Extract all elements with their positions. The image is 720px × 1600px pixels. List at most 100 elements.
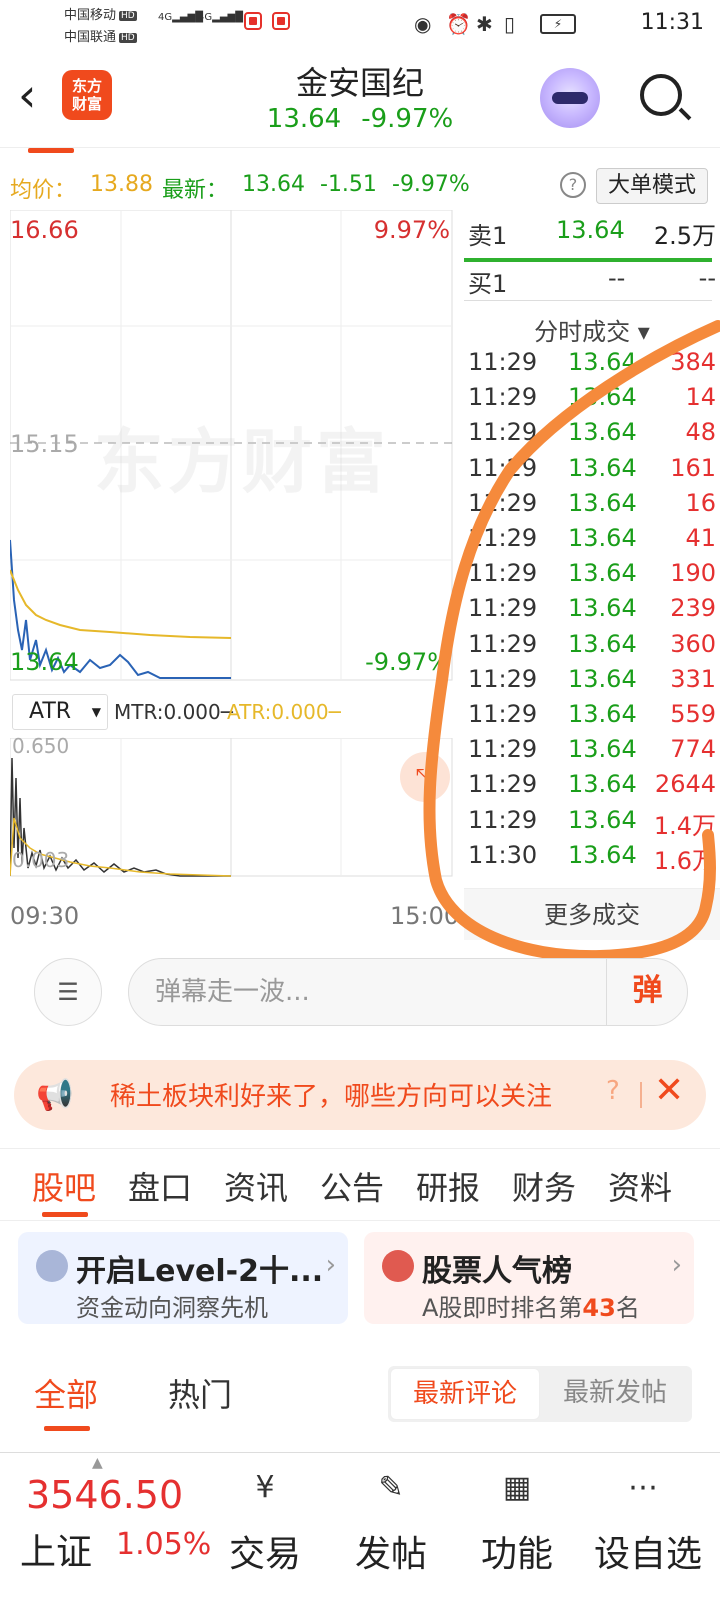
tick-row: 11:29 13.64 161 [464, 454, 720, 490]
danmu-bar: ☰ 弹幕走一波... 弹 [0, 944, 720, 1044]
clock: 11:31 [640, 10, 704, 35]
big-order-mode-button[interactable]: 大单模式 [596, 168, 708, 204]
pct-axis-bottom: -9.97% [365, 648, 450, 676]
nav-trade-label: 交易 [228, 1534, 301, 1575]
tick-time: 11:29 [468, 735, 538, 764]
caret-up-icon: ▲ [92, 1455, 103, 1471]
filter-active-indicator [44, 1426, 90, 1431]
indicator-dropdown[interactable]: ATR ▼ [12, 694, 108, 730]
rank-suffix: 名 [615, 1294, 640, 1322]
chevron-down-icon: ▼ [91, 705, 101, 719]
buy1-price: -- [608, 264, 626, 292]
atr-chart[interactable]: 0.650 0.003 [10, 734, 460, 894]
search-icon[interactable] [640, 74, 682, 116]
sort-latest-posts[interactable]: 最新发帖 [540, 1368, 690, 1420]
tick-volume: 14 [685, 383, 716, 412]
tick-time: 11:29 [468, 348, 538, 376]
tick-price: 13.64 [568, 594, 637, 623]
sell1-row: 卖1 13.64 2.5万 [464, 216, 720, 252]
intraday-chart[interactable]: 东方财富 16.66 9.97% 15.15 13.64 -9.97% [10, 210, 460, 690]
nav-trade[interactable]: ¥ 交易 [210, 1453, 320, 1593]
level2-card[interactable]: 开启Level-2十... 资金动向洞察先机 › [18, 1232, 348, 1324]
danmu-input[interactable]: 弹幕走一波... [128, 958, 688, 1026]
tick-time: 11:30 [468, 840, 538, 869]
tick-time: 11:29 [468, 383, 538, 412]
tick-row: 11:29 13.64 1.4万 [464, 806, 720, 842]
tick-volume: 16 [685, 488, 716, 517]
tick-price: 13.64 [568, 488, 637, 517]
tick-row: 11:29 13.64 48 [464, 418, 720, 454]
more-icon: ⋯ [628, 1470, 658, 1505]
filter-hot[interactable]: 热门 [168, 1370, 232, 1416]
tick-price: 13.64 [568, 735, 637, 764]
nav-post[interactable]: ✎ 发帖 [336, 1453, 446, 1593]
sell1-price: 13.64 [556, 216, 625, 244]
tick-price: 13.64 [568, 418, 637, 447]
filter-all[interactable]: 全部 [34, 1370, 98, 1416]
popularity-title: 股票人气榜 [422, 1254, 572, 1289]
indicator-bar: ATR ▼ MTR:0.000─ ATR:0.000─ [12, 694, 452, 732]
eye-icon: ◉ [414, 12, 432, 36]
y-axis-top: 16.66 [10, 216, 79, 244]
avg-price-value: 13.88 [90, 172, 153, 197]
tab-pankou[interactable]: 盘口 [128, 1163, 192, 1209]
tab-news[interactable]: 资讯 [224, 1163, 288, 1209]
tick-price: 13.64 [568, 524, 637, 552]
close-icon[interactable]: ✕ [654, 1070, 684, 1111]
danmu-settings-icon[interactable]: ☰ [34, 958, 102, 1026]
bottom-nav: ▲ 3546.50 上证 1.05% ¥ 交易 ✎ 发帖 ▦ 功能 ⋯ 设自选 [0, 1452, 720, 1600]
tick-header-dropdown[interactable]: 分时成交 ▾ [464, 312, 720, 347]
more-trades-button[interactable]: 更多成交 [464, 888, 720, 940]
level2-icon [36, 1250, 68, 1282]
tick-price: 13.64 [568, 805, 637, 834]
atr-y-top: 0.650 [12, 734, 70, 758]
robot-avatar-icon[interactable] [540, 68, 600, 128]
tab-guba[interactable]: 股吧 [32, 1163, 96, 1209]
rank-number: 43 [582, 1294, 616, 1322]
tick-row: 11:29 13.64 14 [464, 383, 720, 419]
avg-price-label: 均价： [10, 178, 77, 203]
y-axis-bottom: 13.64 [10, 648, 79, 676]
sell1-depth-bar [464, 258, 712, 262]
chevron-right-icon: › [671, 1250, 682, 1280]
tick-price: 13.64 [568, 559, 637, 588]
time-end: 15:00 [390, 902, 460, 930]
news-banner[interactable]: 📢 稀土板块利好来了，哪些方向可以关注 ? ✕ [14, 1060, 706, 1130]
y-axis-mid: 15.15 [10, 430, 79, 458]
index-value[interactable]: 3546.50 [26, 1473, 183, 1517]
tick-time: 11:29 [468, 453, 538, 482]
tick-row: 11:29 13.64 384 [464, 348, 720, 384]
tick-volume: 384 [670, 348, 716, 376]
tab-finance[interactable]: 财务 [512, 1163, 576, 1209]
tick-price: 13.64 [568, 629, 637, 658]
nav-functions[interactable]: ▦ 功能 [462, 1453, 572, 1593]
nav-add-watchlist[interactable]: ⋯ 设自选 [588, 1453, 708, 1593]
expand-icon[interactable]: ⤡ [400, 752, 450, 802]
tab-announcements[interactable]: 公告 [320, 1163, 384, 1209]
bluetooth-icon: ✱ [476, 12, 493, 36]
mtr-value: MTR:0.000─ [114, 700, 233, 724]
yen-icon: ¥ [255, 1470, 275, 1505]
megaphone-icon: 📢 [36, 1078, 74, 1113]
tick-time: 11:29 [468, 418, 538, 447]
tick-price: 13.64 [568, 700, 637, 728]
danmu-send-button[interactable]: 弹 [606, 958, 688, 1026]
help-icon[interactable]: ? [560, 172, 586, 198]
stock-header: ‹ 东方 财富 金安国纪 13.64 -9.97% [0, 48, 720, 148]
tab-profile[interactable]: 资料 [608, 1163, 672, 1209]
tick-volume: 1.4万 [653, 811, 716, 840]
tick-row: 11:29 13.64 190 [464, 559, 720, 595]
tick-time: 11:29 [468, 488, 538, 517]
tick-time: 11:29 [468, 559, 538, 588]
sort-latest-comments[interactable]: 最新评论 [390, 1368, 540, 1420]
atr-value: ATR:0.000─ [227, 700, 341, 724]
index-change-pct[interactable]: 1.05% [116, 1527, 211, 1562]
change-pct-value: -9.97% [392, 172, 470, 197]
tick-price: 13.64 [568, 348, 637, 376]
index-name[interactable]: 上证 [20, 1523, 92, 1575]
pct-axis-top: 9.97% [373, 216, 450, 244]
sell1-label: 卖1 [468, 222, 508, 250]
banner-separator [640, 1082, 642, 1108]
tab-research[interactable]: 研报 [416, 1163, 480, 1209]
popularity-card[interactable]: 股票人气榜 A股即时排名第43名 › [364, 1232, 694, 1324]
